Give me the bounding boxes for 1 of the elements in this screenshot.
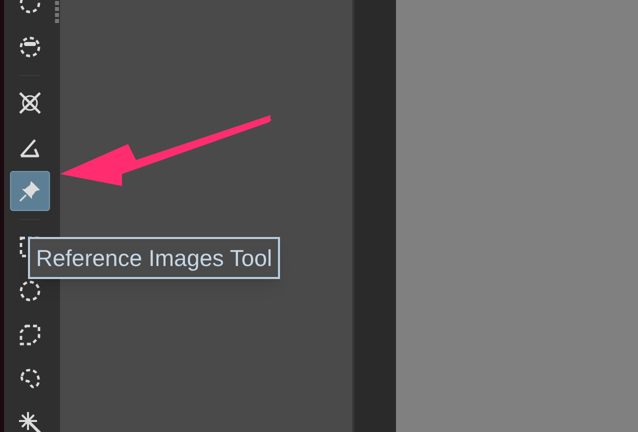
tooltip: Reference Images Tool	[28, 237, 280, 279]
